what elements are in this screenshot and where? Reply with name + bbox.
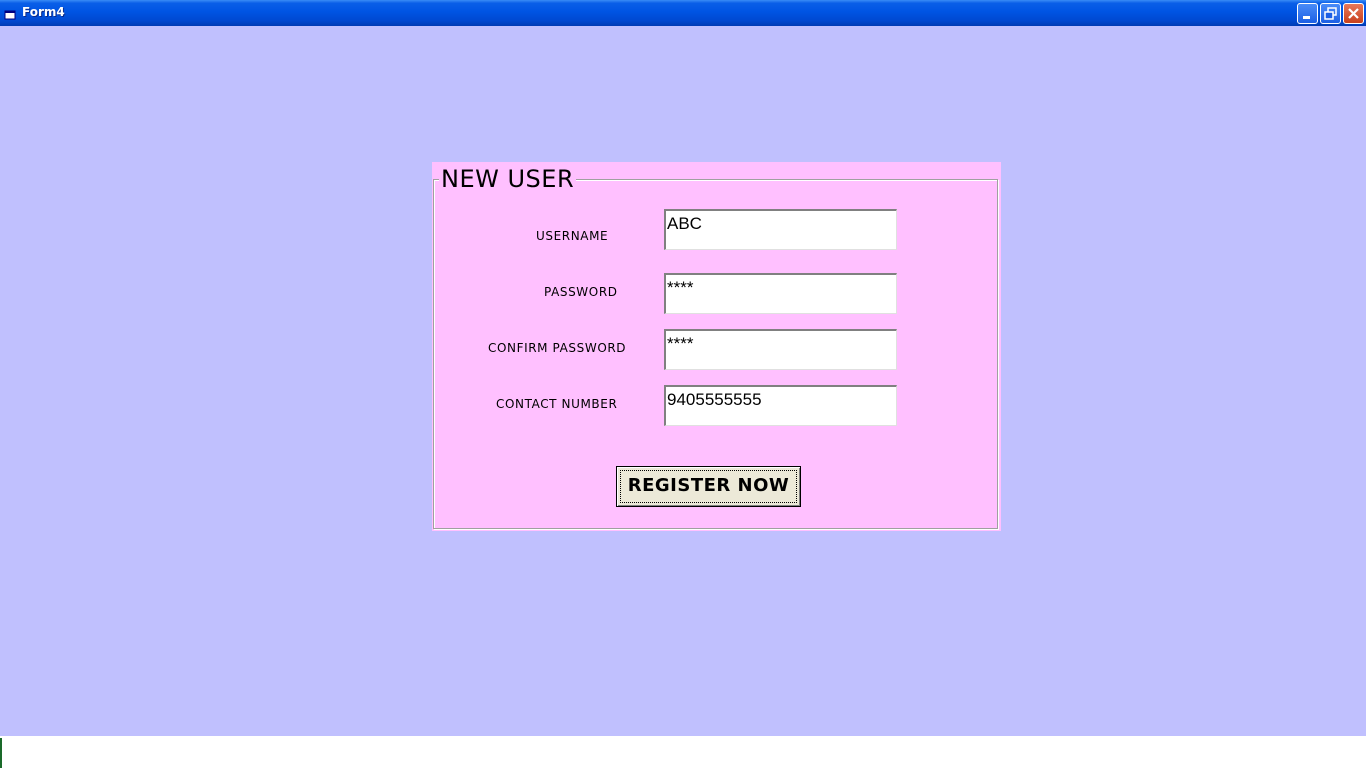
- desktop-strip: [0, 736, 1366, 768]
- confirm-password-label: CONFIRM PASSWORD: [488, 341, 627, 355]
- password-input[interactable]: ****: [664, 273, 897, 314]
- restore-icon: [1324, 7, 1337, 20]
- password-label: PASSWORD: [544, 285, 618, 299]
- register-now-label: REGISTER NOW: [627, 475, 790, 496]
- contact-number-label: CONTACT NUMBER: [496, 397, 618, 411]
- minimize-icon: [1303, 16, 1310, 19]
- new-user-frame: NEW USER USERNAME ABC PASSWORD **** CONF…: [432, 162, 1001, 531]
- confirm-password-input[interactable]: ****: [664, 329, 897, 370]
- form-app-icon[interactable]: [4, 6, 16, 20]
- register-now-button[interactable]: REGISTER NOW: [616, 466, 801, 507]
- close-button[interactable]: [1343, 3, 1364, 24]
- contact-number-input[interactable]: 9405555555: [664, 385, 897, 426]
- form4-window: Form4 NEW USER USERNAME ABC PASSWORD ***…: [0, 0, 1366, 736]
- close-icon: [1348, 8, 1359, 19]
- restore-button[interactable]: [1320, 3, 1341, 24]
- desktop-edge-mark: [0, 738, 2, 768]
- window-title: Form4: [22, 5, 65, 19]
- title-bar[interactable]: Form4: [0, 0, 1366, 26]
- frame-title: NEW USER: [439, 165, 577, 193]
- username-label: USERNAME: [536, 229, 609, 243]
- username-input[interactable]: ABC: [664, 209, 897, 250]
- minimize-button[interactable]: [1297, 3, 1318, 24]
